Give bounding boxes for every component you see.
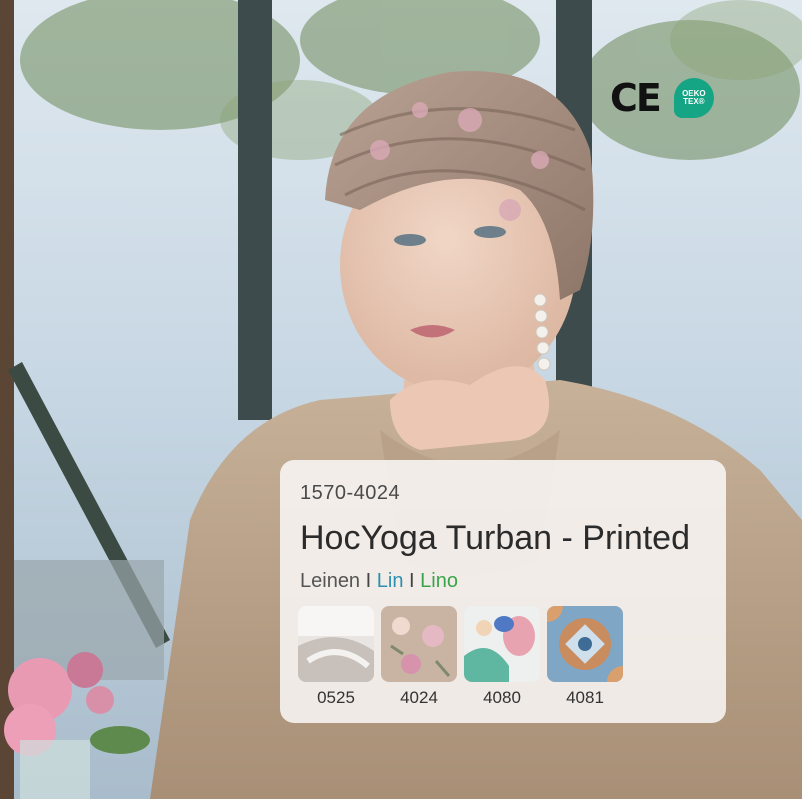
- material-separator: I: [409, 570, 415, 592]
- ce-mark-icon: CE: [610, 76, 662, 120]
- swatch-4024[interactable]: 4024: [381, 606, 457, 708]
- swatch-code: 0525: [317, 688, 355, 707]
- material-de: Leinen: [300, 570, 361, 592]
- swatch-code: 4081: [566, 688, 604, 707]
- product-code: 1570-4024: [300, 482, 401, 504]
- material-list: Leinen I Lin I Lino: [300, 570, 706, 593]
- watercolor-floral-swatch-icon[interactable]: [464, 606, 540, 682]
- swatch-4081[interactable]: 4081: [547, 606, 623, 708]
- swatch-0525[interactable]: 0525: [298, 606, 374, 708]
- beige-floral-swatch-icon[interactable]: [381, 606, 457, 682]
- swatch-4080[interactable]: 4080: [464, 606, 540, 708]
- oeko-tex-line2: TEX®: [683, 97, 705, 106]
- swatch-code: 4024: [400, 688, 438, 707]
- oeko-tex-icon: OEKO TEX®: [673, 78, 714, 118]
- color-swatches: 0525 4024 4080 4081: [298, 606, 623, 708]
- material-es: Lino: [420, 570, 458, 592]
- tile-pattern-swatch-icon[interactable]: [547, 606, 623, 682]
- product-info-card: 1570-4024 HocYoga Turban - Printed Leine…: [280, 460, 726, 723]
- product-title: HocYoga Turban - Printed: [300, 519, 690, 557]
- swatch-code: 4080: [483, 688, 521, 707]
- certification-badges: CE OEKO TEX®: [610, 78, 714, 118]
- material-fr: Lin: [376, 570, 404, 592]
- white-fabric-swatch-icon[interactable]: [298, 606, 374, 682]
- material-separator: I: [365, 570, 372, 592]
